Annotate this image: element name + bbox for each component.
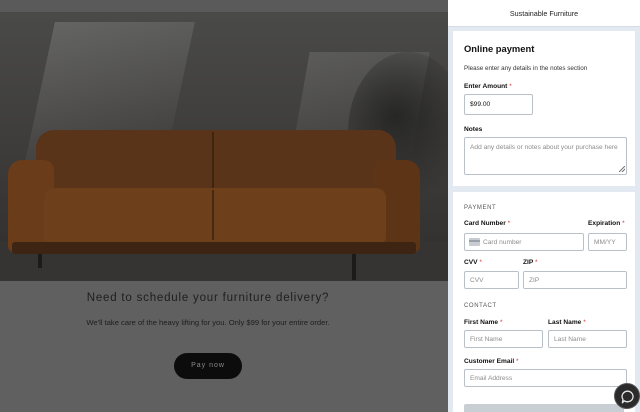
zip-input[interactable] (523, 271, 627, 289)
cvv-label: CVV * (464, 259, 482, 266)
amount-input[interactable] (464, 94, 533, 115)
card-number-wrapper (464, 233, 584, 251)
card-number-input[interactable] (464, 233, 584, 251)
last-name-input[interactable] (548, 330, 627, 348)
expiration-label: Expiration * (588, 220, 625, 227)
background-page: Need to schedule your furniture delivery… (0, 0, 448, 412)
hero-image (0, 12, 448, 281)
notes-hint: Please enter any details in the notes se… (464, 65, 588, 72)
last-name-label: Last Name * (548, 319, 586, 326)
resize-handle-icon[interactable] (619, 166, 625, 172)
card-number-label: Card Number * (464, 220, 511, 227)
top-bar (0, 0, 448, 12)
panel-header: Sustainable Furniture (448, 0, 640, 27)
submit-payment-button[interactable] (464, 404, 624, 412)
payment-panel: Sustainable Furniture Online payment Ple… (448, 0, 640, 412)
pay-now-button[interactable]: Pay now (174, 353, 242, 379)
delivery-heading: Need to schedule your furniture delivery… (86, 292, 330, 304)
delivery-section: Need to schedule your furniture delivery… (0, 281, 448, 412)
customer-email-input[interactable] (464, 369, 627, 387)
payment-details-card: PAYMENT Card Number * Expiration * CVV *… (453, 192, 635, 412)
online-payment-card: Online payment Please enter any details … (453, 31, 635, 186)
notes-textarea[interactable] (464, 137, 627, 175)
sofa-image (8, 130, 420, 281)
first-name-input[interactable] (464, 330, 543, 348)
delivery-subtext: We'll take care of the heavy lifting for… (86, 318, 330, 327)
cvv-input[interactable] (464, 271, 519, 289)
expiration-input[interactable] (588, 233, 627, 251)
contact-section-label: CONTACT (464, 303, 497, 309)
card-title: Online payment (464, 43, 535, 54)
chat-button[interactable] (614, 383, 640, 409)
notes-label: Notes (464, 126, 483, 133)
chat-bubble-icon (621, 390, 634, 404)
zip-label: ZIP * (523, 259, 538, 266)
first-name-label: First Name * (464, 319, 503, 326)
amount-label: Enter Amount * (464, 83, 512, 90)
credit-card-icon (469, 238, 480, 246)
customer-email-label: Customer Email * (464, 358, 519, 365)
payment-section-label: PAYMENT (464, 205, 497, 211)
